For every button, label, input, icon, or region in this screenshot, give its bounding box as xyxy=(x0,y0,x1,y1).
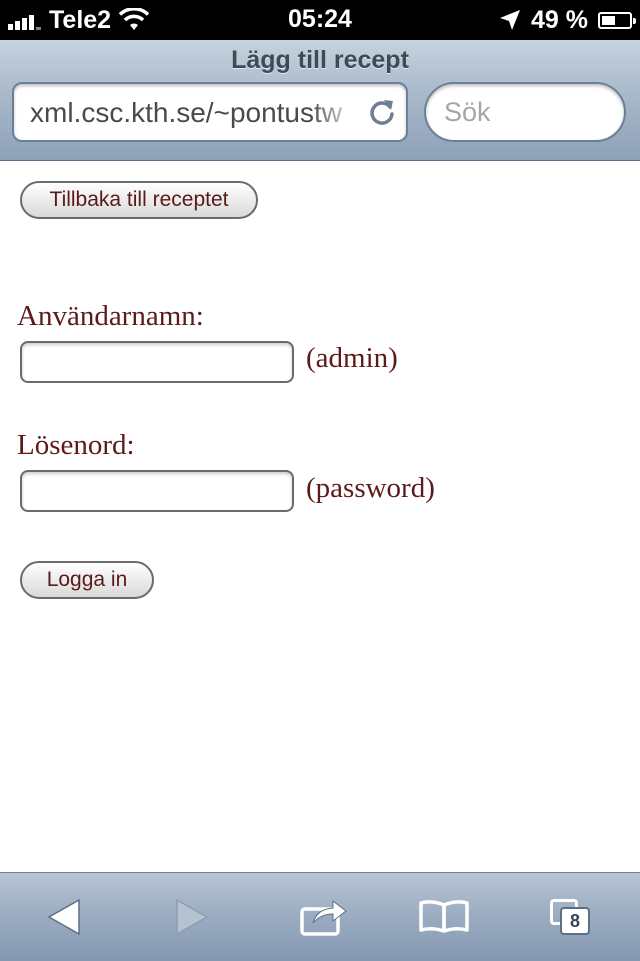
username-label: Användarnamn: xyxy=(17,300,204,332)
password-label: Lösenord: xyxy=(17,429,135,461)
location-arrow-icon xyxy=(500,10,521,30)
tab-count-badge: 8 xyxy=(560,907,590,935)
search-input[interactable] xyxy=(444,96,614,128)
status-bar-right: 49 % xyxy=(499,5,636,35)
page-content: Tillbaka till receptet Användarnamn: (ad… xyxy=(0,161,640,871)
password-input[interactable] xyxy=(20,470,294,512)
back-to-recipe-button[interactable]: Tillbaka till receptet xyxy=(20,181,258,219)
battery-level-fill xyxy=(602,15,615,25)
share-button[interactable] xyxy=(284,873,364,961)
password-hint: (password) xyxy=(306,472,435,504)
status-bar: Tele2 05:24 49 % xyxy=(0,0,640,40)
bookmarks-button[interactable] xyxy=(404,873,484,961)
reload-icon[interactable] xyxy=(368,98,396,126)
back-button[interactable] xyxy=(24,873,104,961)
battery-icon xyxy=(598,11,636,29)
battery-percent: 49 % xyxy=(531,5,588,34)
browser-header: Lägg till recept xml.csc.kth.se/~pontust… xyxy=(0,40,640,161)
forward-button[interactable] xyxy=(152,873,232,961)
back-arrow-icon[interactable] xyxy=(47,898,81,936)
tabs-icon[interactable]: 8 xyxy=(548,897,592,937)
username-hint: (admin) xyxy=(306,342,398,374)
username-input[interactable] xyxy=(20,341,294,383)
forward-arrow-icon[interactable] xyxy=(175,898,209,936)
tabs-button[interactable]: 8 xyxy=(530,873,610,961)
address-bar[interactable]: xml.csc.kth.se/~pontustw xyxy=(12,82,408,142)
page-title: Lägg till recept xyxy=(231,46,409,74)
browser-toolbar: 8 xyxy=(0,872,640,961)
bookmarks-icon[interactable] xyxy=(418,899,470,935)
url-text[interactable]: xml.csc.kth.se/~pontustw xyxy=(30,97,360,129)
share-icon[interactable] xyxy=(299,897,349,937)
login-button[interactable]: Logga in xyxy=(20,561,154,599)
search-field[interactable] xyxy=(424,82,626,142)
